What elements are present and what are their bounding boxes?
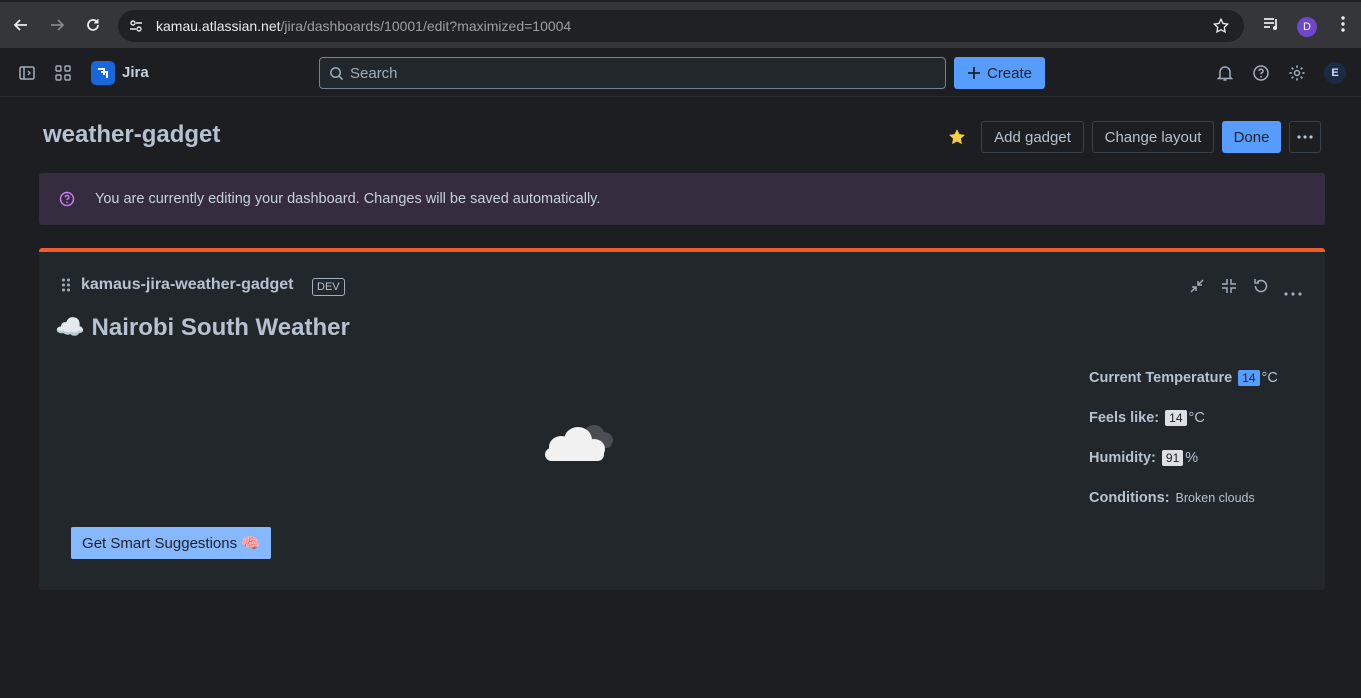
favorite-star-icon[interactable] xyxy=(947,127,967,152)
gadget-more-icon[interactable] xyxy=(1284,283,1302,301)
current-temperature-label: Current Temperature xyxy=(1089,370,1233,386)
minimize-icon[interactable] xyxy=(1188,277,1206,300)
conditions-label: Conditions: xyxy=(1089,490,1170,506)
add-gadget-button[interactable]: Add gadget xyxy=(981,121,1084,153)
jira-top-nav: Jira Create E xyxy=(0,48,1361,97)
change-layout-button[interactable]: Change layout xyxy=(1092,121,1214,153)
conditions-row: Conditions: Broken clouds xyxy=(1089,490,1255,506)
broken-clouds-icon xyxy=(542,416,616,471)
drag-handle-icon[interactable] xyxy=(61,277,71,298)
feels-like-value: 14 xyxy=(1165,410,1187,426)
settings-gear-icon[interactable] xyxy=(1288,64,1306,87)
editing-banner: You are currently editing your dashboard… xyxy=(39,173,1325,225)
app-name[interactable]: Jira xyxy=(122,64,149,81)
search-box[interactable] xyxy=(319,57,946,89)
banner-text: You are currently editing your dashboard… xyxy=(95,191,601,207)
create-button[interactable]: Create xyxy=(954,57,1045,89)
bookmark-star-icon[interactable] xyxy=(1212,17,1230,40)
browser-profile-avatar[interactable]: D xyxy=(1297,17,1317,37)
plus-icon xyxy=(967,67,980,79)
smart-suggestions-button[interactable]: Get Smart Suggestions 🧠 xyxy=(71,527,271,559)
forward-arrow-icon[interactable] xyxy=(46,14,68,36)
sidebar-toggle-icon[interactable] xyxy=(18,64,36,87)
done-button[interactable]: Done xyxy=(1222,121,1281,153)
feels-like-row: Feels like: 14 °C xyxy=(1089,410,1205,426)
feels-like-unit: °C xyxy=(1188,410,1205,426)
reload-icon[interactable] xyxy=(82,14,104,36)
more-actions-button[interactable] xyxy=(1289,121,1321,153)
temperature-unit: °C xyxy=(1261,370,1278,386)
current-temperature-value: 14 xyxy=(1238,370,1260,386)
search-icon xyxy=(329,66,344,86)
gadget-title: kamaus-jira-weather-gadget xyxy=(81,276,294,293)
app-switcher-icon[interactable] xyxy=(54,64,72,87)
question-circle-icon xyxy=(59,191,75,212)
humidity-label: Humidity: xyxy=(1089,450,1156,466)
humidity-value: 91 xyxy=(1161,450,1184,466)
collapse-icon[interactable] xyxy=(1220,277,1238,300)
browser-toolbar: kamau.atlassian.net/jira/dashboards/1000… xyxy=(0,0,1361,48)
conditions-value: Broken clouds xyxy=(1175,491,1255,505)
weather-gadget-panel: kamaus-jira-weather-gadget DEV ☁️ Nairob… xyxy=(39,248,1325,590)
help-icon[interactable] xyxy=(1252,64,1270,87)
site-settings-icon[interactable] xyxy=(128,18,144,39)
back-arrow-icon[interactable] xyxy=(10,14,32,36)
humidity-row: Humidity: 91% xyxy=(1089,450,1198,466)
media-queue-icon[interactable] xyxy=(1262,15,1280,38)
current-temperature-row: Current Temperature 14 °C xyxy=(1089,370,1278,386)
url-text: kamau.atlassian.net/jira/dashboards/1000… xyxy=(156,18,572,34)
humidity-unit: % xyxy=(1185,450,1199,466)
create-label: Create xyxy=(986,64,1033,82)
more-dots-icon xyxy=(1297,135,1313,139)
dev-badge: DEV xyxy=(312,278,345,296)
feels-like-label: Feels like: xyxy=(1089,410,1160,426)
search-input[interactable] xyxy=(350,58,930,88)
weather-title: ☁️ Nairobi South Weather xyxy=(55,314,350,341)
browser-menu-icon[interactable] xyxy=(1335,15,1351,38)
refresh-icon[interactable] xyxy=(1252,277,1270,300)
notifications-bell-icon[interactable] xyxy=(1216,64,1234,87)
user-avatar[interactable]: E xyxy=(1324,62,1346,84)
address-bar[interactable]: kamau.atlassian.net/jira/dashboards/1000… xyxy=(118,10,1244,42)
page-title: weather-gadget xyxy=(43,121,221,148)
jira-logo-icon[interactable] xyxy=(91,61,115,85)
